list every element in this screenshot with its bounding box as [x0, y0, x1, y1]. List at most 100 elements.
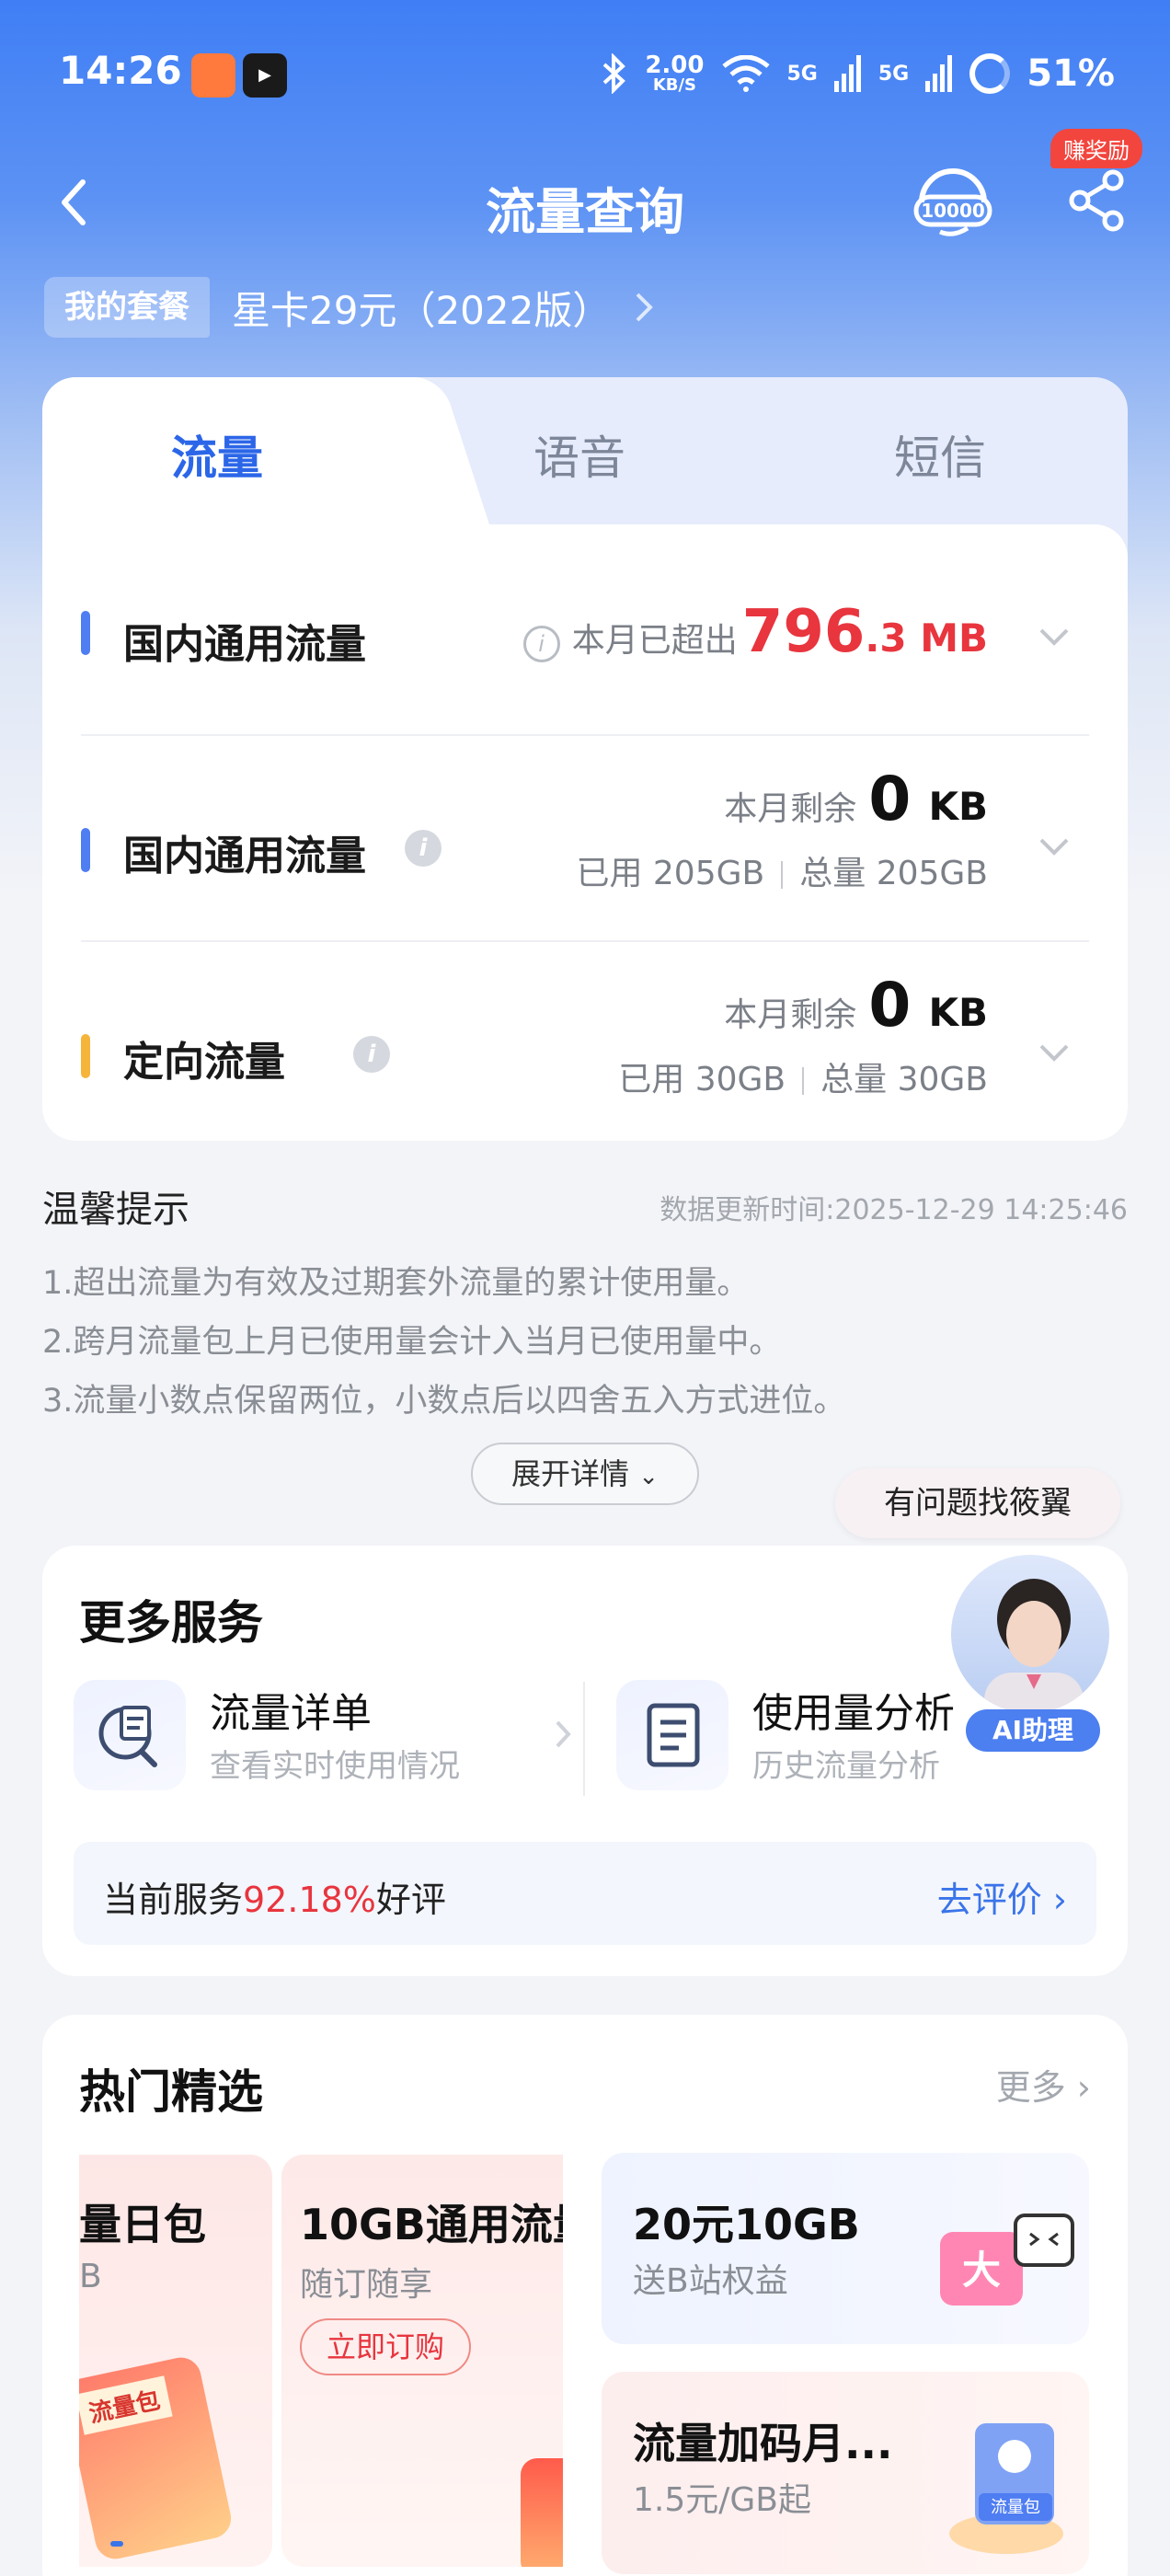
used-label: 已用: [618, 1061, 685, 1098]
usage-value: 本月剩余 0 KB: [724, 970, 988, 1041]
usage-title: 国内通用流量: [123, 621, 366, 668]
usage-row-overage[interactable]: 国内通用流量 i 本月已超出 796.3 MB: [81, 580, 1089, 690]
app-notification-icon: [191, 53, 235, 98]
page-title: 流量查询: [486, 183, 684, 241]
promo-title: 量日包: [79, 2200, 206, 2249]
help-bubble[interactable]: 有问题找筱翼: [835, 1468, 1120, 1538]
total-value: 205GB: [876, 855, 988, 892]
document-icon: [616, 1680, 728, 1790]
tips-title: 温馨提示: [42, 1189, 189, 1231]
usage-amount-decimal: .3 MB: [865, 615, 988, 661]
promo-subtitle: 1.5元/GB起: [633, 2481, 811, 2519]
info-icon[interactable]: i: [353, 1036, 390, 1073]
usage-breakdown: 已用 205GB 总量 205GB: [576, 846, 988, 894]
divider: [81, 734, 1089, 736]
rating-text: 当前服务92.18%好评: [103, 1871, 446, 1922]
customer-service-icon[interactable]: 10000: [912, 162, 993, 239]
usage-title: 定向流量: [123, 1039, 285, 1086]
tip-line: 3.流量小数点保留两位，小数点后以四舍五入方式进位。: [42, 1383, 846, 1420]
service-data-detail[interactable]: 流量详单 查看实时使用情况: [74, 1680, 571, 1790]
usage-prefix: 本月剩余: [724, 996, 857, 1034]
search-document-icon: [74, 1680, 186, 1790]
promo-illustration: [521, 2458, 563, 2567]
update-time: 数据更新时间:2025-12-29 14:25:46: [660, 1194, 1128, 1226]
ai-assistant-avatar[interactable]: [947, 1551, 1113, 1717]
tab-sms[interactable]: 短信: [894, 421, 986, 488]
usage-prefix: 本月剩余: [724, 790, 857, 828]
total-value: 30GB: [897, 1061, 988, 1098]
expand-details-button[interactable]: 展开详情 ⌄: [471, 1443, 699, 1505]
used-value: 30GB: [694, 1061, 786, 1098]
chevron-down-icon[interactable]: [1038, 626, 1071, 648]
row-indicator: [81, 611, 90, 655]
status-time: 14:26: [59, 48, 182, 93]
promo-card[interactable]: 20元10GB 送B站权益 大: [602, 2153, 1089, 2344]
promo-carousel[interactable]: 量日包 B 流量包 10GB通用流量 随订随享 立即订购: [79, 2155, 563, 2567]
promo-card[interactable]: 量日包 B 流量包: [79, 2155, 272, 2567]
section-title: 更多服务: [79, 1596, 263, 1650]
promo-title: 10GB通用流量: [300, 2200, 563, 2249]
tab-data[interactable]: 流量: [171, 421, 263, 488]
wifi-icon: [721, 55, 770, 92]
signal-icon-1: [833, 55, 861, 92]
illustration-badge: 流量包: [991, 2498, 1040, 2517]
more-link[interactable]: 更多 ›: [996, 2059, 1091, 2110]
section-title: 热门精选: [79, 2065, 263, 2119]
tab-voice[interactable]: 语音: [533, 421, 625, 488]
app-notification-icon-2: ▶: [243, 53, 287, 98]
rating-percent: 92.18%: [243, 1880, 376, 1920]
ai-assistant-label[interactable]: AI助理: [966, 1709, 1100, 1752]
more-label: 更多: [995, 2067, 1066, 2108]
hot-picks-card: 热门精选 更多 › 量日包 B 流量包 10GB通用流量 随订随享 立即订购 2…: [42, 2015, 1128, 2576]
usage-row-general[interactable]: 国内通用流量 i 本月剩余 0 KB 已用 205GB 总量 205GB: [81, 764, 1089, 929]
promo-card[interactable]: 流量加码月... 1.5元/GB起 流量包: [602, 2372, 1089, 2574]
used-label: 已用: [576, 855, 643, 892]
chevron-right-icon: ›: [1052, 1880, 1067, 1920]
chevron-right-icon: [636, 293, 654, 322]
data-pack-icon: 流量包: [949, 2423, 1063, 2554]
carousel-dot: [110, 2541, 123, 2547]
total-label: 总量: [820, 1061, 888, 1098]
service-subtitle: 查看实时使用情况: [210, 1748, 460, 1785]
order-now-button[interactable]: 立即订购: [300, 2318, 471, 2375]
expand-label: 展开详情: [511, 1456, 630, 1491]
service-subtitle: 历史流量分析: [752, 1748, 940, 1785]
separator: [781, 861, 784, 889]
usage-unit: KB: [928, 784, 988, 829]
reward-badge[interactable]: 赚奖励: [1050, 129, 1142, 168]
info-icon[interactable]: i: [405, 830, 442, 867]
usage-title: 国内通用流量: [123, 833, 366, 880]
battery-icon: [969, 53, 1011, 94]
signal-label-1: 5G: [786, 62, 818, 86]
battery-level: 51%: [1027, 52, 1115, 95]
used-value: 205GB: [652, 855, 765, 892]
promo-subtitle: B: [79, 2258, 102, 2295]
total-label: 总量: [799, 855, 866, 892]
status-icons: 2.00 KB/S 5G 5G 51%: [601, 48, 1115, 99]
info-icon[interactable]: i: [522, 626, 560, 662]
chevron-down-icon[interactable]: [1038, 835, 1071, 857]
divider: [81, 940, 1089, 942]
bluetooth-icon: [603, 53, 626, 94]
share-icon[interactable]: [1065, 167, 1130, 232]
row-indicator: [81, 1034, 90, 1078]
usage-amount: 0: [868, 764, 912, 834]
bilibili-tv-icon: 大: [940, 2214, 1074, 2306]
usage-prefix: 本月已超出: [571, 622, 738, 660]
signal-icon-2: [925, 55, 953, 92]
rating-suffix: 好评: [375, 1880, 446, 1920]
usage-row-directed[interactable]: 定向流量 i 本月剩余 0 KB 已用 30GB 总量 30GB: [81, 970, 1089, 1135]
service-title: 流量详单: [210, 1690, 372, 1737]
rate-link-label: 去评价: [936, 1880, 1042, 1920]
usage-amount: 796: [741, 598, 866, 666]
row-indicator: [81, 828, 90, 872]
status-bar: 14:26 ▶ 2.00 KB/S 5G 5G 51%: [0, 0, 1170, 147]
promo-subtitle: 送B站权益: [633, 2262, 788, 2300]
promo-subtitle: 随订随享: [300, 2266, 433, 2304]
usage-value: 本月剩余 0 KB: [724, 764, 988, 834]
promo-card[interactable]: 10GB通用流量 随订随享 立即订购: [281, 2155, 563, 2567]
chevron-down-icon[interactable]: [1038, 1041, 1071, 1064]
plan-row[interactable]: 我的套餐 星卡29元（2022版）: [44, 274, 655, 340]
rate-link[interactable]: 去评价 ›: [937, 1871, 1067, 1922]
chevron-right-icon: ›: [1076, 2067, 1091, 2108]
